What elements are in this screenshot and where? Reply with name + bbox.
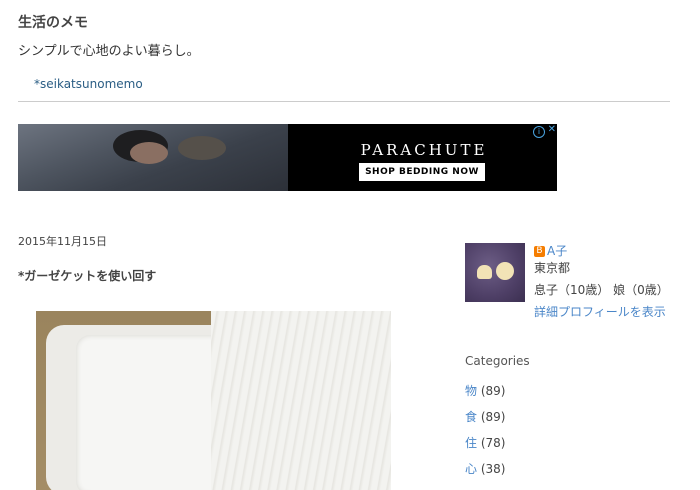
smiley-icon: [496, 262, 514, 280]
blog-link[interactable]: *seikatsunomemo: [34, 77, 143, 91]
ad-cta-button[interactable]: SHOP BEDDING NOW: [359, 163, 485, 181]
category-label[interactable]: 住: [465, 436, 477, 450]
profile-name[interactable]: A子: [547, 244, 567, 258]
ad-banner[interactable]: PARACHUTE SHOP BEDDING NOW i ✕: [18, 124, 557, 191]
ad-photo-cat: [178, 136, 226, 160]
profile-link[interactable]: 詳細プロフィールを表示: [534, 303, 666, 320]
category-count: (78): [480, 436, 506, 450]
category-item[interactable]: 食 (89): [465, 408, 505, 425]
heart-icon: [477, 265, 492, 279]
category-count: (38): [480, 462, 506, 476]
gauze-sheet-shape: [211, 311, 391, 490]
ad-photo-face: [130, 142, 168, 164]
header-divider: [18, 101, 670, 102]
category-label[interactable]: 食: [465, 410, 477, 424]
blogger-icon: B: [534, 246, 545, 257]
post-image[interactable]: [36, 311, 391, 490]
profile-about: 息子（10歳） 娘（0歳）: [534, 283, 669, 297]
category-count: (89): [480, 410, 506, 424]
blog-title[interactable]: 生活のメモ: [18, 12, 88, 32]
category-label[interactable]: 心: [465, 462, 477, 476]
category-count: (89): [480, 384, 506, 398]
pillow-inner-shape: [76, 335, 226, 490]
post-title[interactable]: *ガーゼケットを使い回す: [18, 267, 156, 284]
close-icon[interactable]: ✕: [548, 124, 556, 135]
info-icon[interactable]: i: [533, 126, 545, 138]
category-item[interactable]: 住 (78): [465, 434, 505, 451]
profile-avatar[interactable]: [465, 243, 525, 302]
ad-brand[interactable]: PARACHUTE: [349, 141, 499, 159]
category-label[interactable]: 物: [465, 384, 477, 398]
category-item[interactable]: 心 (38): [465, 460, 505, 477]
ad-photo[interactable]: [18, 124, 288, 191]
profile-name-row: B A子: [534, 242, 567, 259]
blog-description: シンプルで心地のよい暮らし。: [18, 44, 200, 59]
profile-location: 東京都: [534, 261, 571, 275]
category-item[interactable]: 物 (89): [465, 382, 505, 399]
post-date: 2015年11月15日: [18, 235, 107, 248]
categories-title: Categories: [465, 354, 530, 368]
